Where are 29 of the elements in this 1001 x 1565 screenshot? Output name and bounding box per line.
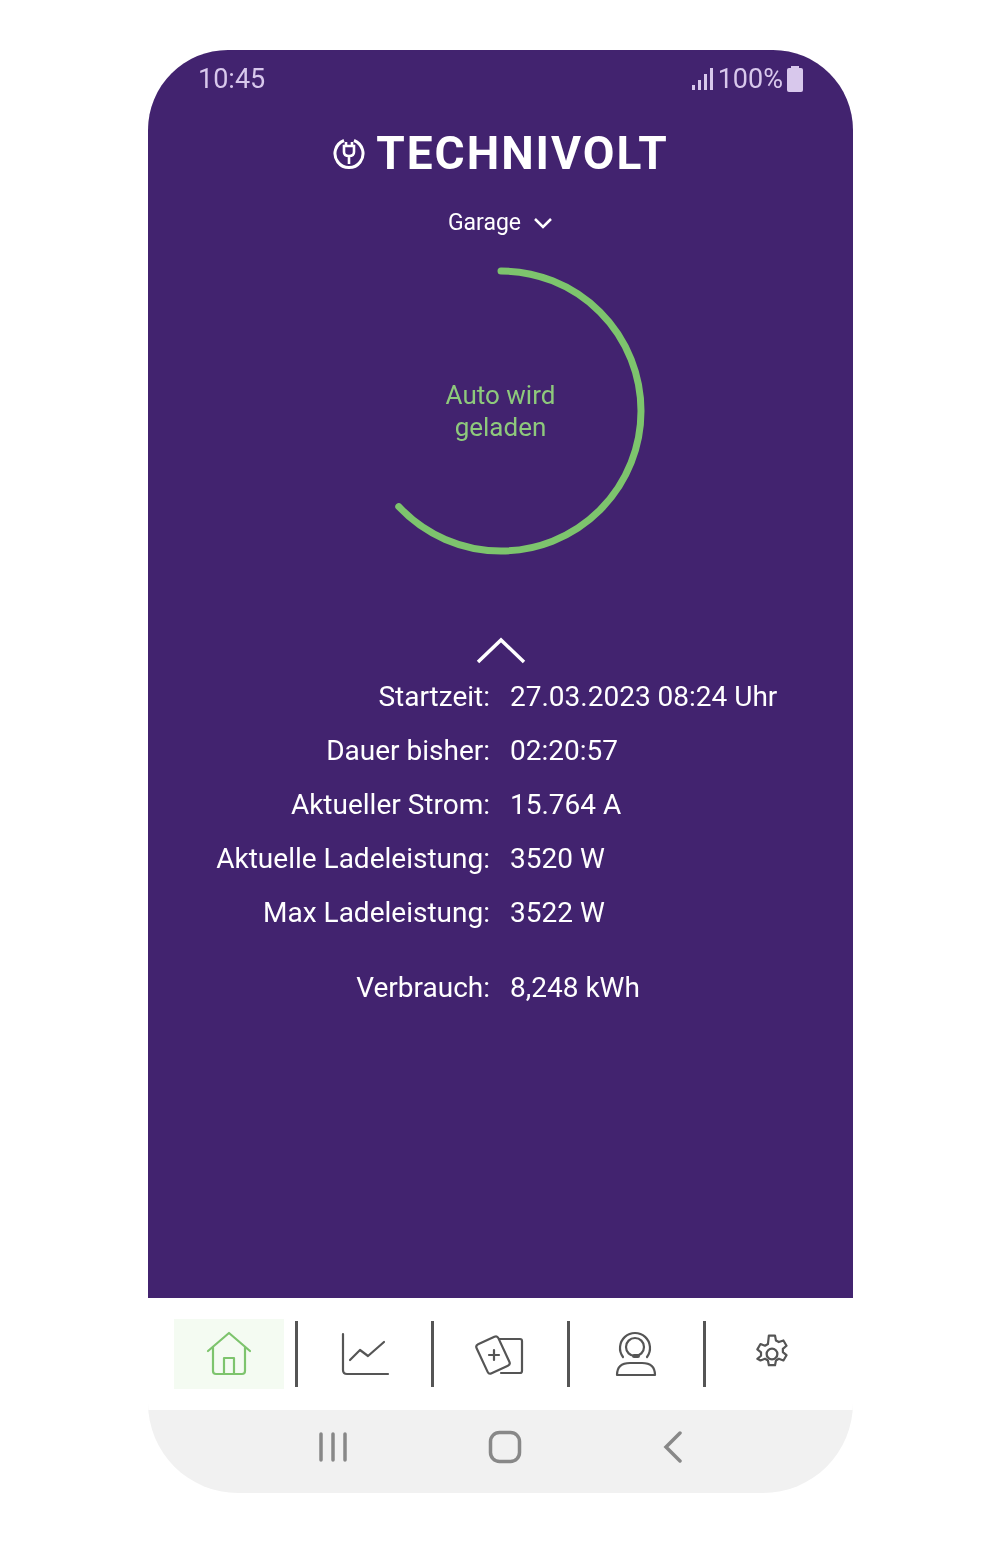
clock: 10:45 — [198, 61, 266, 97]
home-icon — [204, 1331, 253, 1377]
detail-label: Startzeit: — [377, 678, 490, 715]
detail-value: 3522 W — [510, 894, 606, 931]
battery-percentage: 100% — [717, 61, 783, 97]
app-logo: TECHNIVOLT — [376, 130, 669, 176]
signal-icon — [691, 68, 714, 90]
plug-icon — [332, 136, 367, 170]
chart-icon — [339, 1332, 390, 1376]
support-icon — [614, 1330, 659, 1378]
detail-label: Dauer bisher: — [325, 732, 490, 769]
battery-icon — [787, 66, 803, 92]
back-icon[interactable] — [662, 1430, 683, 1463]
consumption-value: 8,248 kWh — [510, 969, 641, 1006]
charge-status: Auto wird geladen — [444, 378, 557, 443]
detail-value: 15.764 A — [510, 786, 623, 823]
detail-label: Aktuelle Ladeleistung: — [215, 840, 490, 877]
recent-apps-icon[interactable] — [318, 1431, 349, 1462]
detail-value: 27.03.2023 08:24 Uhr — [510, 678, 779, 715]
consumption-label: Verbrauch: — [355, 969, 490, 1006]
detail-value: 3520 W — [510, 840, 606, 877]
home-button-icon[interactable] — [488, 1429, 523, 1464]
detail-value: 02:20:57 — [510, 732, 619, 769]
detail-label: Max Ladeleistung: — [262, 894, 490, 931]
location-dropdown[interactable]: Garage — [447, 206, 554, 241]
cards-icon — [475, 1333, 526, 1375]
chevron-down-icon — [533, 217, 554, 230]
detail-label: Aktueller Strom: — [289, 786, 490, 823]
chevron-up-icon[interactable] — [474, 636, 527, 665]
